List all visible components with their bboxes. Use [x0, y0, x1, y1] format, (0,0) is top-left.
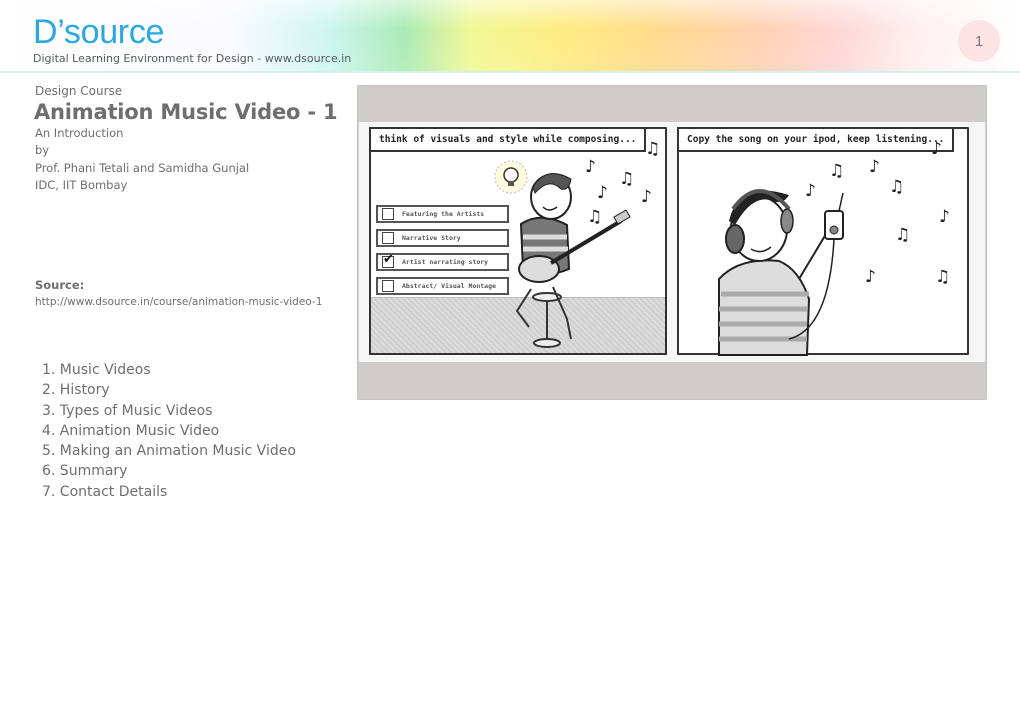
music-note-icon: ♪ — [939, 207, 950, 227]
toc-item-summary[interactable]: 6. Summary — [42, 461, 296, 481]
music-note-icon: ♫ — [619, 169, 635, 189]
music-note-icon: ♪ — [597, 183, 608, 203]
page-number-badge: 1 — [958, 20, 1000, 62]
toc-item-contact[interactable]: 7. Contact Details — [42, 482, 296, 502]
site-tagline: Digital Learning Environment for Design … — [33, 52, 352, 65]
music-note-icon: ♫ — [829, 161, 845, 181]
course-authors: Prof. Phani Tetali and Samidha Gunjal — [35, 161, 250, 175]
dsource-logo[interactable]: D’source — [33, 14, 164, 50]
toc-item-history[interactable]: 2. History — [42, 380, 296, 400]
lightbulb-icon — [494, 160, 528, 194]
comic-strip: think of visuals and style while composi… — [359, 122, 985, 362]
toc-item-making[interactable]: 5. Making an Animation Music Video — [42, 441, 296, 461]
stool — [532, 292, 562, 348]
comic-panel-listening: Copy the song on your ipod, keep listeni… — [677, 127, 969, 356]
head-with-headphones — [725, 189, 794, 262]
comic-panel-composing: think of visuals and style while composi… — [369, 127, 667, 355]
music-note-icon: ♪ — [585, 157, 596, 177]
illustration-frame: think of visuals and style while composi… — [357, 85, 987, 400]
listener-drawing — [718, 189, 844, 356]
guitar-player-drawing — [494, 160, 631, 348]
toc-item-types[interactable]: 3. Types of Music Videos — [42, 401, 296, 421]
course-institute: IDC, IIT Bombay — [35, 178, 128, 192]
source-label: Source: — [35, 278, 85, 292]
music-note-icon: ♫ — [895, 225, 911, 245]
page-title: Animation Music Video - 1 — [34, 100, 338, 124]
music-note-icon: ♫ — [587, 207, 603, 227]
by-label: by — [35, 143, 50, 157]
header-divider — [0, 71, 1020, 73]
head — [530, 173, 572, 220]
course-subtitle: An Introduction — [35, 126, 124, 140]
music-note-icon: ♪ — [865, 267, 876, 287]
music-note-icon: ♫ — [935, 267, 951, 287]
toc-item-animation-music-video[interactable]: 4. Animation Music Video — [42, 421, 296, 441]
table-of-contents: 1. Music Videos 2. History 3. Types of M… — [42, 360, 296, 502]
course-category: Design Course — [35, 84, 123, 98]
music-note-icon: ♪ — [931, 139, 942, 159]
ipod-icon — [824, 210, 844, 240]
toc-item-music-videos[interactable]: 1. Music Videos — [42, 360, 296, 380]
music-note-icon: ♪ — [641, 187, 652, 207]
music-note-icon: ♪ — [805, 181, 816, 201]
music-note-icon: ♫ — [889, 177, 905, 197]
source-link[interactable]: http://www.dsource.in/course/animation-m… — [35, 294, 335, 310]
music-note-icon: ♫ — [645, 139, 661, 159]
music-note-icon: ♪ — [869, 157, 880, 177]
